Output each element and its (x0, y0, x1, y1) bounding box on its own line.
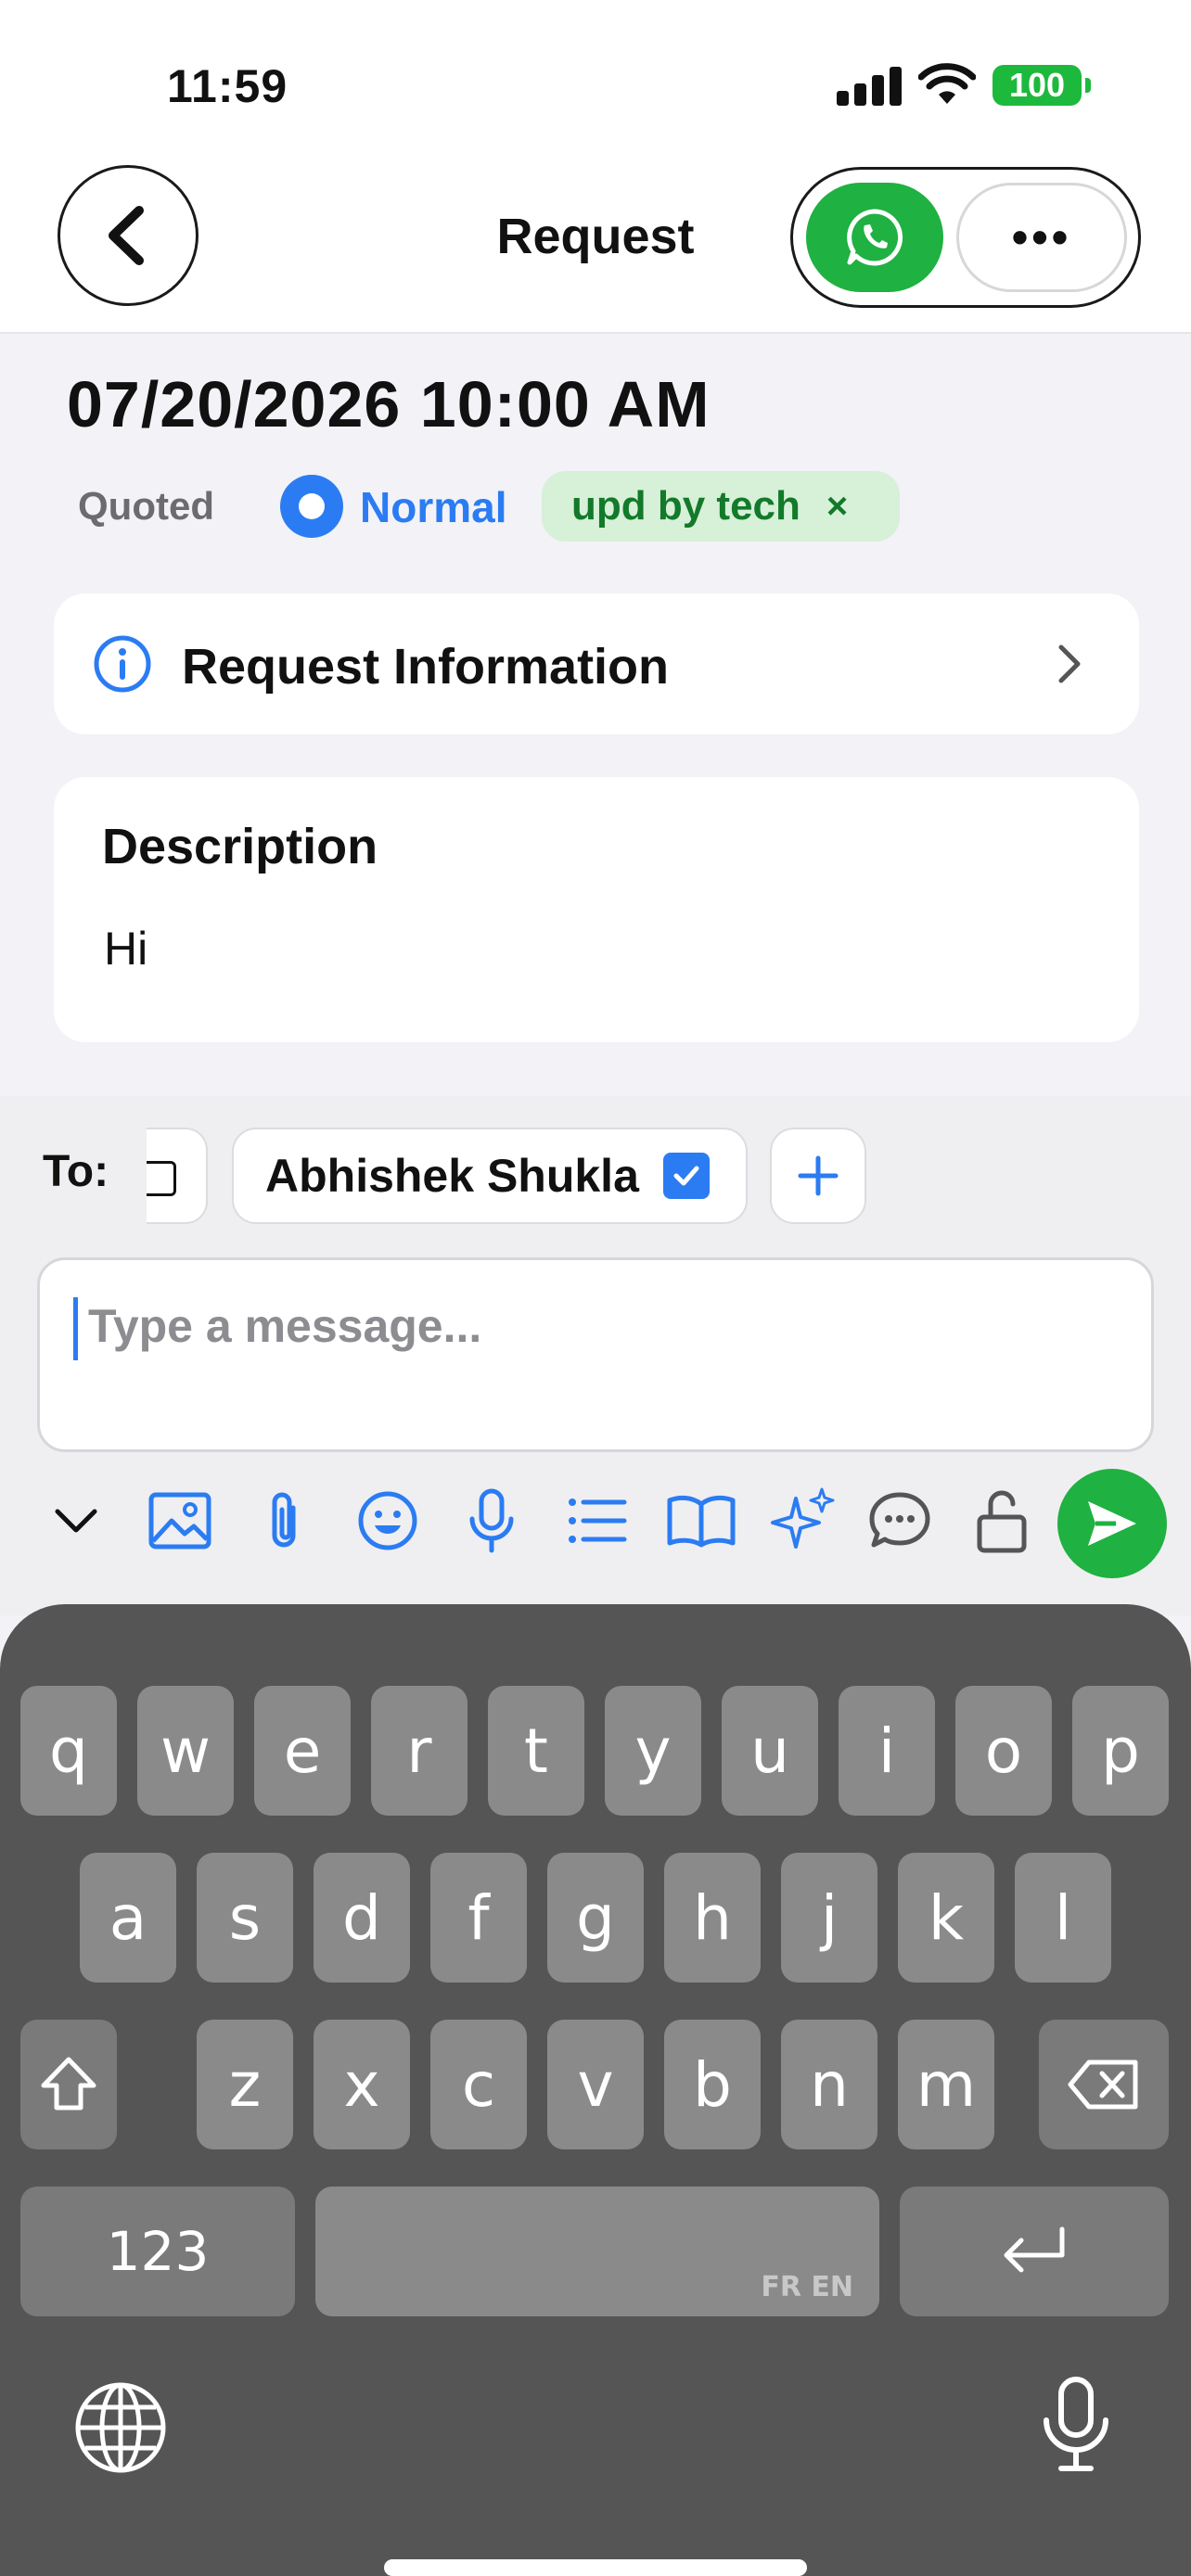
cellular-signal-icon (837, 65, 902, 106)
key-u[interactable]: u (722, 1686, 818, 1816)
book-icon[interactable] (664, 1484, 738, 1558)
text-caret (73, 1297, 78, 1360)
status-label: Quoted (78, 484, 214, 528)
shift-icon (41, 2057, 96, 2111)
key-p[interactable]: p (1072, 1686, 1169, 1816)
description-card: Description Hi (54, 777, 1139, 1042)
key-d[interactable]: d (314, 1853, 410, 1983)
priority-label[interactable]: Normal (360, 482, 506, 532)
globe-icon[interactable] (72, 2379, 169, 2476)
request-information-row[interactable]: Request Information (54, 593, 1139, 734)
chevron-down-icon[interactable] (39, 1484, 113, 1558)
shift-key[interactable] (20, 2020, 117, 2149)
message-input[interactable]: Type a message... (37, 1257, 1154, 1452)
return-icon (1004, 2226, 1065, 2273)
image-icon[interactable] (143, 1484, 217, 1558)
request-datetime: 07/20/2026 10:00 AM (67, 368, 711, 440)
list-icon[interactable] (560, 1484, 634, 1558)
whatsapp-button[interactable] (806, 183, 943, 292)
return-key[interactable] (900, 2187, 1169, 2316)
send-icon (1088, 1501, 1136, 1546)
key-t[interactable]: t (488, 1686, 584, 1816)
message-placeholder: Type a message... (88, 1300, 482, 1352)
key-n[interactable]: n (781, 2020, 877, 2149)
key-k[interactable]: k (898, 1853, 994, 1983)
header-actions: ••• (790, 167, 1141, 308)
chevron-right-icon (1058, 644, 1081, 683)
dictation-microphone-icon[interactable] (1039, 2374, 1113, 2476)
keyboard-languages: FR EN (761, 2271, 853, 2303)
key-o[interactable]: o (955, 1686, 1052, 1816)
recipient-chip-partial[interactable] (147, 1128, 208, 1224)
back-button[interactable] (58, 165, 198, 306)
chevron-left-icon (109, 206, 144, 265)
key-i[interactable]: i (839, 1686, 935, 1816)
add-recipient-button[interactable] (770, 1128, 866, 1224)
key-j[interactable]: j (781, 1853, 877, 1983)
key-x[interactable]: x (314, 2020, 410, 2149)
key-h[interactable]: h (664, 1853, 761, 1983)
key-r[interactable]: r (371, 1686, 467, 1816)
key-c[interactable]: c (430, 2020, 527, 2149)
space-key[interactable]: FR EN (315, 2187, 879, 2316)
chat-bubble-icon[interactable] (863, 1484, 937, 1558)
paperclip-icon[interactable] (247, 1484, 321, 1558)
info-icon (94, 635, 151, 693)
checkbox-checked-icon[interactable] (662, 1153, 710, 1199)
key-f[interactable]: f (430, 1853, 527, 1983)
key-a[interactable]: a (80, 1853, 176, 1983)
key-s[interactable]: s (197, 1853, 293, 1983)
numbers-key[interactable]: 123 (20, 2187, 295, 2316)
wifi-icon (918, 63, 976, 104)
whatsapp-icon (847, 209, 903, 266)
battery-indicator: 100 (992, 65, 1091, 106)
status-time: 11:59 (167, 60, 288, 112)
key-y[interactable]: y (605, 1686, 701, 1816)
on-screen-keyboard: q w e r t y u i o p a s d f g h j k l z x c v b n m 123 FR EN (0, 1604, 1191, 2576)
screen: 11:59 100 Request ••• 07/20/2026 10:00 A… (0, 0, 1191, 2576)
key-m[interactable]: m (898, 2020, 994, 2149)
description-title: Description (102, 819, 378, 874)
to-label: To: (43, 1147, 109, 1196)
more-options-button[interactable]: ••• (956, 183, 1127, 292)
key-q[interactable]: q (20, 1686, 117, 1816)
send-button[interactable] (1057, 1469, 1167, 1578)
key-e[interactable]: e (254, 1686, 351, 1816)
ellipsis-icon: ••• (1011, 211, 1072, 263)
checkmark-icon (673, 1166, 699, 1186)
recipient-chip[interactable]: Abhishek Shukla (232, 1128, 748, 1224)
tag-label: upd by tech (571, 483, 800, 529)
tag-chip[interactable]: upd by tech × (542, 471, 900, 542)
message-composer: To: Abhishek Shukla Type a message... (0, 1096, 1191, 1615)
key-z[interactable]: z (197, 2020, 293, 2149)
recipient-name: Abhishek Shukla (265, 1150, 639, 1202)
checkbox-icon (147, 1161, 176, 1196)
plus-icon (798, 1155, 839, 1196)
microphone-icon[interactable] (455, 1484, 529, 1558)
backspace-icon (1068, 2060, 1138, 2110)
key-l[interactable]: l (1015, 1853, 1111, 1983)
unlock-icon[interactable] (965, 1484, 1039, 1558)
key-g[interactable]: g (547, 1853, 644, 1983)
request-information-label: Request Information (182, 639, 670, 695)
home-indicator (384, 2559, 807, 2576)
sparkles-icon[interactable] (766, 1484, 840, 1558)
key-v[interactable]: v (547, 2020, 644, 2149)
key-w[interactable]: w (137, 1686, 234, 1816)
emoji-icon[interactable] (351, 1484, 425, 1558)
header-area: 11:59 100 Request ••• (0, 0, 1191, 334)
key-b[interactable]: b (664, 2020, 761, 2149)
tag-remove-icon[interactable]: × (826, 486, 848, 528)
priority-indicator-icon (280, 475, 343, 538)
description-text: Hi (104, 923, 148, 975)
backspace-key[interactable] (1039, 2020, 1169, 2149)
